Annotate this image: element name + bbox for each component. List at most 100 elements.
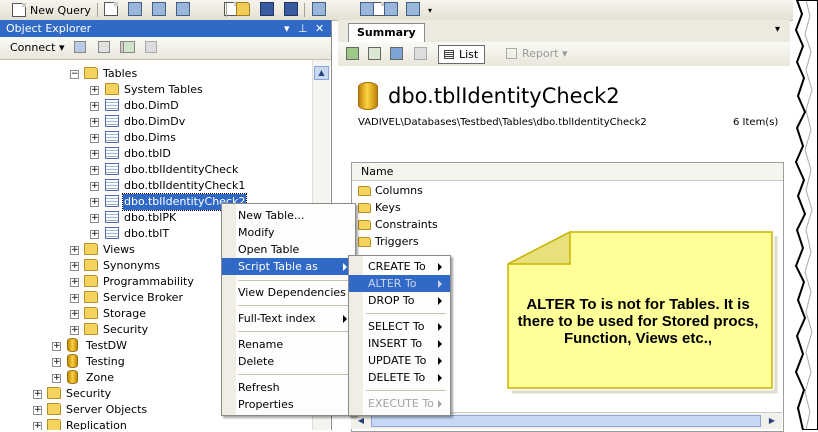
list-item-constraints[interactable]: Constraints — [358, 217, 438, 233]
tab-summary[interactable]: Summary — [348, 23, 425, 42]
menu-item-label: EXECUTE To — [368, 397, 434, 410]
tree-node[interactable]: + dbo.Dims — [0, 130, 312, 146]
scroll-up-icon[interactable]: ▲ — [314, 66, 329, 80]
sync-icon[interactable] — [368, 47, 381, 60]
report-button[interactable]: Report ▾ — [506, 45, 568, 62]
up-level-icon[interactable] — [346, 47, 359, 60]
submenu-item-insert-to[interactable]: INSERT To — [351, 335, 448, 352]
analysis-services-query-icon[interactable] — [152, 2, 166, 16]
tree-node[interactable]: + dbo.DimD — [0, 98, 312, 114]
list-view-button[interactable]: List — [438, 45, 486, 64]
expand-icon[interactable]: + — [33, 422, 42, 430]
window-position-icon[interactable]: ▾ — [284, 20, 290, 37]
save-icon[interactable] — [260, 2, 274, 16]
list-item-columns[interactable]: Columns — [358, 183, 423, 199]
folder-icon — [105, 83, 119, 95]
toolbar-options-icon[interactable]: ▾ — [428, 2, 432, 18]
tree-node-label: dbo.tblT — [124, 227, 170, 240]
expand-icon[interactable]: + — [70, 278, 79, 287]
tree-node[interactable]: + dbo.DimDv — [0, 114, 312, 130]
submenu-arrow-icon — [438, 323, 442, 331]
expand-icon[interactable]: + — [90, 214, 99, 223]
filter-icon[interactable] — [414, 47, 427, 60]
submenu-item-alter-to[interactable]: ALTER To — [349, 275, 450, 292]
expand-icon[interactable]: + — [90, 230, 99, 239]
tree-node[interactable]: + Replication — [0, 418, 312, 430]
disconnect-icon[interactable] — [98, 41, 110, 53]
connect-button[interactable]: Connect ▾ — [10, 41, 65, 54]
expand-icon[interactable]: + — [90, 118, 99, 127]
submenu-item-delete-to[interactable]: DELETE To — [351, 369, 448, 386]
submenu-item-select-to[interactable]: SELECT To — [351, 318, 448, 335]
submenu-item-drop-to[interactable]: DROP To — [351, 292, 448, 309]
scroll-thumb[interactable] — [371, 415, 761, 427]
xmla-query-icon[interactable] — [176, 2, 190, 16]
list-item-keys[interactable]: Keys — [358, 200, 401, 216]
close-icon[interactable]: ✕ — [315, 20, 324, 37]
menu-item-refresh[interactable]: Refresh — [224, 379, 353, 396]
filter-icon[interactable] — [145, 41, 157, 53]
expand-icon[interactable]: + — [70, 326, 79, 335]
properties-window-icon[interactable] — [406, 2, 420, 16]
expand-icon[interactable]: + — [90, 134, 99, 143]
submenu-item-update-to[interactable]: UPDATE To — [351, 352, 448, 369]
menu-item-modify[interactable]: Modify — [224, 224, 353, 241]
open-folder-icon[interactable] — [236, 2, 250, 16]
folder-icon — [84, 275, 98, 287]
refresh-icon[interactable] — [390, 47, 403, 60]
menu-item-label: Delete — [238, 355, 275, 368]
menu-item-label: Refresh — [238, 381, 280, 394]
tree-node[interactable]: − Tables — [0, 66, 312, 82]
expand-icon[interactable]: + — [90, 166, 99, 175]
expand-icon[interactable]: + — [52, 358, 61, 367]
scroll-right-icon[interactable]: ▶ — [765, 415, 779, 427]
menu-item-delete[interactable]: Delete — [224, 353, 353, 370]
menu-item-rename[interactable]: Rename — [224, 336, 353, 353]
list-item-triggers[interactable]: Triggers — [358, 234, 419, 250]
menu-item-properties[interactable]: Properties — [224, 396, 353, 413]
menu-item-label: SELECT To — [368, 320, 425, 333]
menu-item-new-table[interactable]: New Table... — [224, 207, 353, 224]
auto-hide-pin-icon[interactable]: ⊥ — [298, 20, 308, 37]
menu-item-full-text-index[interactable]: Full-Text index — [224, 310, 353, 327]
expand-icon[interactable]: + — [70, 262, 79, 271]
tree-node[interactable]: + dbo.tblIdentityCheck1 — [0, 178, 312, 194]
collapse-icon[interactable]: − — [70, 70, 79, 79]
tab-list-icon[interactable]: ▾ — [775, 24, 780, 35]
tree-node[interactable]: + dbo.tblIdentityCheck — [0, 162, 312, 178]
tree-node-label: Server Objects — [66, 403, 148, 416]
refresh-icon[interactable] — [123, 41, 135, 53]
submenu-item-create-to[interactable]: CREATE To — [351, 258, 448, 275]
database-engine-query-icon[interactable] — [128, 2, 142, 16]
tree-node[interactable]: + System Tables — [0, 82, 312, 98]
template-explorer-icon[interactable] — [384, 2, 398, 16]
tree-node-label: dbo.tblIdentityCheck — [124, 163, 239, 176]
column-header-name[interactable]: Name — [352, 163, 783, 181]
table-icon — [105, 147, 119, 159]
expand-icon[interactable]: + — [70, 246, 79, 255]
expand-icon[interactable]: + — [33, 390, 42, 399]
object-explorer-icon[interactable] — [360, 2, 374, 16]
menu-item-open-table[interactable]: Open Table — [224, 241, 353, 258]
tree-node[interactable]: + dbo.tblD — [0, 146, 312, 162]
connect-object-explorer-icon[interactable] — [74, 41, 86, 53]
menu-item-view-dependencies[interactable]: View Dependencies — [224, 284, 353, 301]
expand-icon[interactable]: + — [90, 182, 99, 191]
expand-icon[interactable]: + — [70, 294, 79, 303]
expand-icon[interactable]: + — [70, 310, 79, 319]
new-file-icon[interactable] — [104, 2, 118, 16]
save-all-icon[interactable] — [284, 2, 298, 16]
new-query-button[interactable]: New Query — [12, 2, 91, 18]
tree-node-label: Service Broker — [103, 291, 183, 304]
expand-icon[interactable]: + — [90, 102, 99, 111]
registered-servers-icon[interactable] — [312, 2, 326, 16]
toolbar-separator — [226, 3, 227, 17]
expand-icon[interactable]: + — [33, 406, 42, 415]
menu-item-script-table-as[interactable]: Script Table as — [222, 258, 355, 275]
expand-icon[interactable]: + — [52, 374, 61, 383]
expand-icon[interactable]: + — [90, 86, 99, 95]
expand-icon[interactable]: + — [90, 150, 99, 159]
expand-icon[interactable]: + — [52, 342, 61, 351]
scroll-left-icon[interactable]: ◀ — [354, 415, 368, 427]
expand-icon[interactable]: + — [90, 198, 99, 207]
